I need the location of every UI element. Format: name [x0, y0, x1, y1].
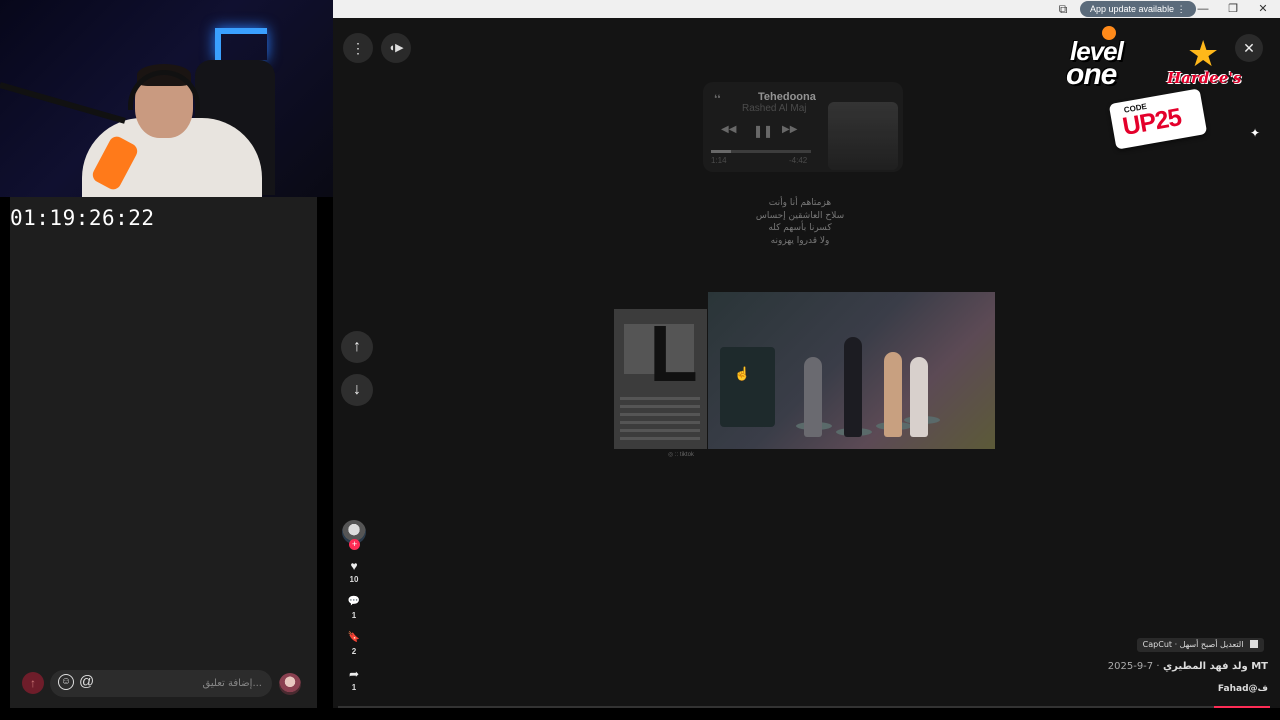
- save-count: 2: [351, 647, 357, 656]
- emoji-icon[interactable]: ☺: [58, 674, 74, 690]
- bookmark-icon: 🔖: [347, 632, 361, 643]
- webcam-feed: [0, 0, 333, 197]
- like-count: 10: [349, 575, 359, 584]
- mic-arm: [0, 82, 126, 124]
- save-button[interactable]: 🔖 2: [342, 631, 366, 656]
- mention-icon[interactable]: @: [79, 673, 94, 690]
- arrow-down-icon: ↓: [353, 381, 361, 398]
- level-one-logo: level one: [1062, 26, 1142, 96]
- forward-icon: ▶▶: [782, 124, 798, 135]
- like-button[interactable]: ♥ 10: [342, 559, 366, 584]
- character-figure: [804, 357, 822, 437]
- restore-button[interactable]: ❐: [1218, 0, 1248, 18]
- share-count: 1: [351, 683, 357, 692]
- character-figure: [884, 352, 902, 437]
- lyric-line: هزمتاهم أنا وأنت: [768, 198, 832, 208]
- hardees-star-icon: ★: [1187, 33, 1220, 74]
- album-art: [828, 102, 898, 170]
- hardees-wordmark: Hardee's: [1167, 69, 1242, 87]
- character-figure: [844, 337, 862, 437]
- video-meta: 2025-9-7 · ولد فهد المطيري MT: [1108, 661, 1268, 672]
- sparkle-icon: ✦: [1250, 126, 1261, 140]
- neon-light: [215, 28, 267, 60]
- screenshot-left: L: [614, 309, 707, 449]
- song-title: Tehedoona: [758, 91, 816, 103]
- comment-input[interactable]: [112, 670, 262, 697]
- list-thumbnails: [620, 397, 700, 442]
- video-watermark: ◎ :: tiktok: [668, 452, 694, 458]
- lyric-line: ولا قدروا يهزونه: [770, 235, 830, 246]
- speaker-icon: ◖▶: [388, 42, 404, 54]
- comment-icon: 💬: [347, 596, 361, 607]
- comments-panel: [10, 197, 317, 708]
- video-progress-bar[interactable]: [338, 706, 1270, 708]
- music-progress: [711, 150, 811, 153]
- game-menu-panel: [720, 347, 775, 427]
- heart-icon: ♥: [350, 559, 358, 573]
- lyric-line: كسرنا بأسهم كله: [768, 223, 832, 233]
- previous-video-button[interactable]: ↑: [341, 331, 373, 363]
- comment-box[interactable]: ☺ @: [50, 670, 272, 697]
- audio-button[interactable]: ◖▶: [381, 33, 411, 63]
- share-button[interactable]: ➦ 1: [342, 667, 366, 692]
- rewind-icon: ◀◀: [721, 124, 737, 135]
- browser-titlebar: ⧉ App update available ⋮ — ❐ ✕: [333, 0, 1280, 18]
- level-one-word: one: [1066, 58, 1117, 91]
- window-close-button[interactable]: ✕: [1248, 0, 1278, 18]
- music-progress-fill: [711, 150, 731, 153]
- user-avatar: [279, 673, 301, 695]
- mouse-cursor-icon: ☝: [734, 366, 751, 381]
- overlay-glyph: L: [649, 309, 698, 398]
- screen: 01:19:26:22 ↑ ☺ @ ⧉ App update available…: [0, 0, 1280, 720]
- video-title[interactable]: ولد فهد المطيري MT: [1163, 661, 1268, 672]
- video-progress-fill: [1214, 706, 1270, 708]
- share-icon: ➦: [348, 667, 360, 681]
- comment-count: 1: [351, 611, 357, 620]
- elapsed-time: 1:14: [711, 156, 727, 165]
- stream-timer: 01:19:26:22: [10, 206, 155, 230]
- lyric-line: سلاح العاشقين إحساس: [755, 210, 845, 221]
- game-screenshot: [708, 292, 995, 449]
- creator-handle[interactable]: Fahad@ف: [1218, 684, 1268, 694]
- minimize-button[interactable]: —: [1188, 0, 1218, 18]
- app-update-label: App update available: [1090, 4, 1175, 14]
- video-date: 2025-9-7 ·: [1107, 661, 1160, 672]
- next-video-button[interactable]: ↓: [341, 374, 373, 406]
- remaining-time: -4:42: [789, 156, 808, 165]
- capcut-label: CapCut · التعديل أصبح أسهل: [1142, 640, 1244, 649]
- send-comment-button[interactable]: ↑: [22, 672, 44, 694]
- airpods-icon: ❛❛: [714, 94, 721, 105]
- more-vert-icon: ⋮: [1176, 4, 1186, 14]
- puzzle-icon[interactable]: ⧉: [1056, 2, 1070, 16]
- hardees-logo: ★ Hardee's: [1165, 36, 1245, 91]
- more-options-button[interactable]: ⋮: [343, 33, 373, 63]
- more-icon: ⋮: [351, 40, 365, 56]
- follow-button[interactable]: +: [349, 539, 360, 550]
- song-artist: Rashed Al Maj: [742, 103, 807, 114]
- pause-icon: ❚❚: [753, 124, 774, 138]
- character-figure: [910, 357, 928, 437]
- comment-button[interactable]: 💬 1: [342, 595, 366, 620]
- arrow-up-icon: ↑: [353, 338, 361, 355]
- comment-row: ↑ ☺ @: [20, 670, 305, 698]
- capcut-icon: [1250, 640, 1258, 648]
- capcut-tag[interactable]: CapCut · التعديل أصبح أسهل: [1136, 638, 1264, 652]
- app-update-button[interactable]: App update available ⋮: [1080, 1, 1196, 17]
- music-now-playing-card: ❛❛ Tehedoona Rashed Al Maj ◀◀ ❚❚ ▶▶ 1:14…: [703, 82, 903, 172]
- lyrics-block: هزمتاهم أنا وأنت سلاح العاشقين إحساس كسر…: [740, 197, 860, 247]
